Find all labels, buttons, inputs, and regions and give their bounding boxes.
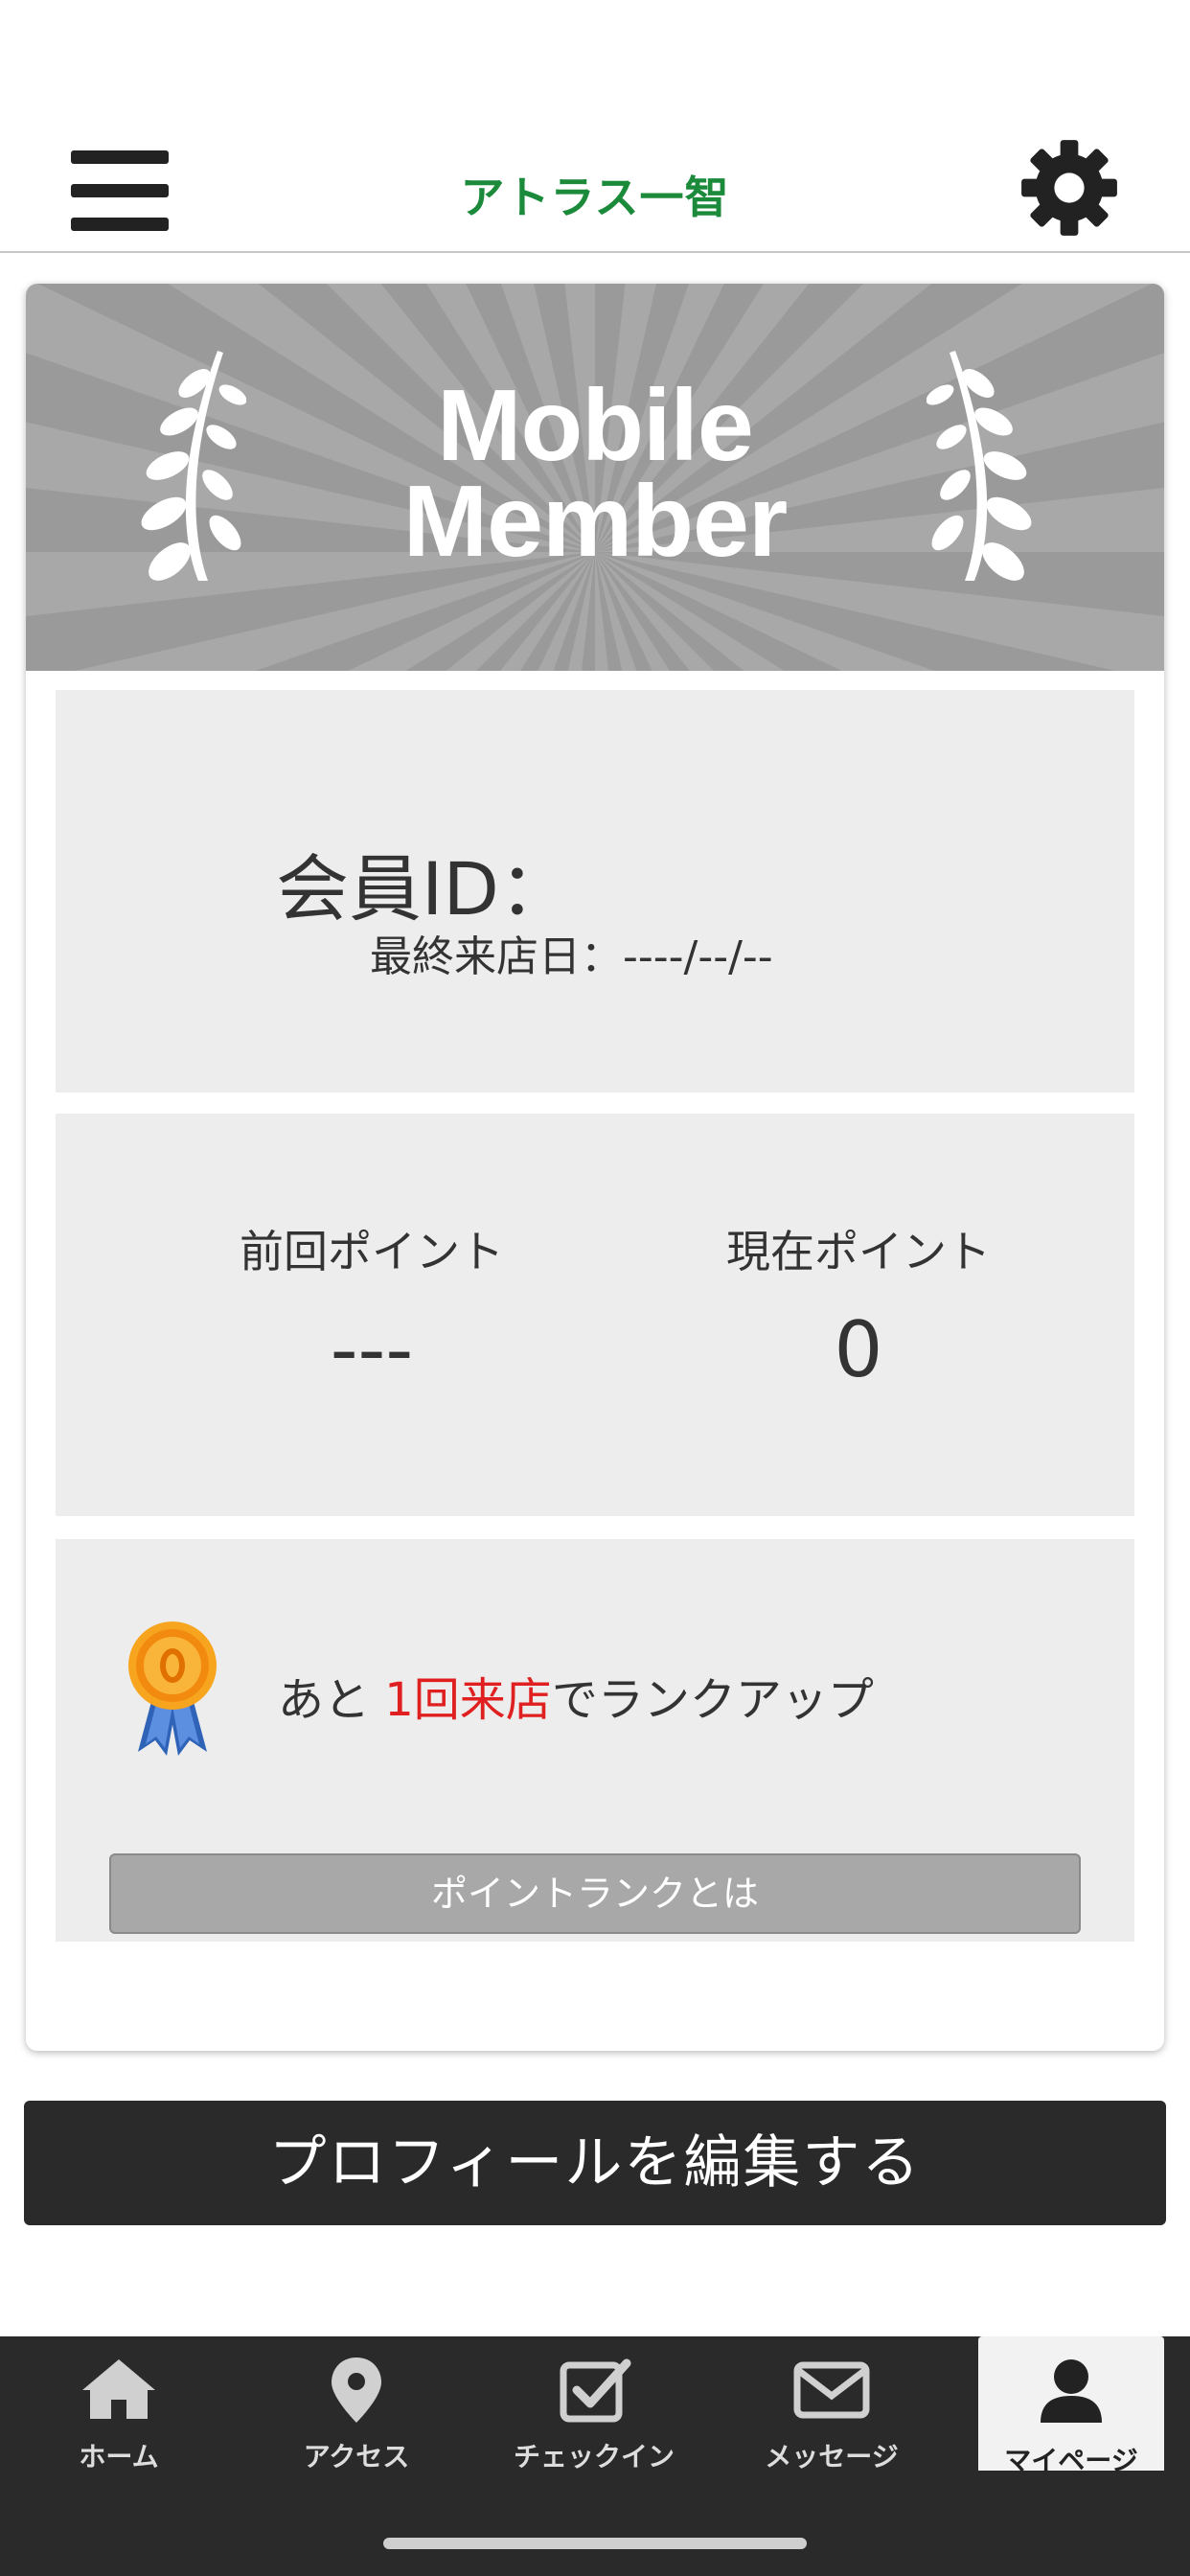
tab-access-label: アクセス <box>303 2441 410 2472</box>
points-panel: 前回ポイント --- 現在ポイント 0 <box>56 1114 1134 1516</box>
tab-message-label: メッセージ <box>765 2441 899 2472</box>
previous-points-label: 前回ポイント <box>240 1226 504 1277</box>
member-id: 会員ID： <box>276 830 582 935</box>
medal-icon <box>128 1622 217 1756</box>
tab-home-label: ホーム <box>79 2441 159 2472</box>
menu-icon[interactable] <box>71 149 169 231</box>
tab-checkin-label: チェックイン <box>513 2441 675 2472</box>
rank-up-message: あと 1回来店でランクアップ <box>278 1662 874 1729</box>
last-visit-value: ----/--/-- <box>623 932 773 981</box>
tab-checkin[interactable]: チェックイン <box>475 2336 713 2472</box>
rank-msg-highlight: 1回来店 <box>384 1673 552 1727</box>
member-id-panel: 会員ID： 最終来店日：----/--/-- <box>56 690 1134 1092</box>
last-visit: 最終来店日：----/--/-- <box>370 922 773 983</box>
edit-profile-button[interactable]: プロフィールを編集する <box>24 2101 1166 2225</box>
banner-title: Mobile Member <box>26 369 1164 578</box>
tab-mypage-label: マイページ <box>1004 2445 1138 2476</box>
rank-msg-suffix: でランクアップ <box>551 1673 874 1727</box>
member-banner: Mobile Member <box>26 284 1164 671</box>
last-visit-label: 最終来店日： <box>370 932 623 981</box>
gear-icon[interactable] <box>1019 138 1119 238</box>
rank-msg-prefix: あと <box>278 1673 385 1727</box>
home-icon <box>82 2359 155 2419</box>
member-id-label: 会員ID： <box>276 846 572 932</box>
rank-panel: あと 1回来店でランクアップ ポイントランクとは <box>56 1539 1134 1942</box>
current-points-value: 0 <box>834 1305 883 1394</box>
previous-points-value: --- <box>330 1305 414 1394</box>
banner-title-line1: Mobile <box>437 369 754 482</box>
envelope-icon <box>793 2361 870 2419</box>
member-card: Mobile Member 会員ID： 最終来店日：----/--/-- 前回ポ… <box>26 284 1164 2051</box>
app-header: アトラス一智 <box>0 125 1190 253</box>
tab-mypage[interactable]: マイページ <box>978 2336 1164 2476</box>
app-title: アトラス一智 <box>460 172 730 223</box>
current-points-label: 現在ポイント <box>726 1226 991 1277</box>
banner-title-line2: Member <box>402 465 788 578</box>
user-icon <box>1041 2359 1102 2423</box>
map-pin-icon <box>332 2358 381 2423</box>
bottom-tab-bar: ホーム アクセス チェックイン メッセージ マイページ <box>0 2336 1190 2576</box>
tab-access[interactable]: アクセス <box>238 2336 475 2472</box>
checkin-icon <box>560 2358 631 2423</box>
tab-home[interactable]: ホーム <box>0 2336 238 2472</box>
home-indicator <box>383 2538 807 2549</box>
tab-message[interactable]: メッセージ <box>713 2336 950 2472</box>
point-rank-info-button[interactable]: ポイントランクとは <box>109 1853 1081 1934</box>
